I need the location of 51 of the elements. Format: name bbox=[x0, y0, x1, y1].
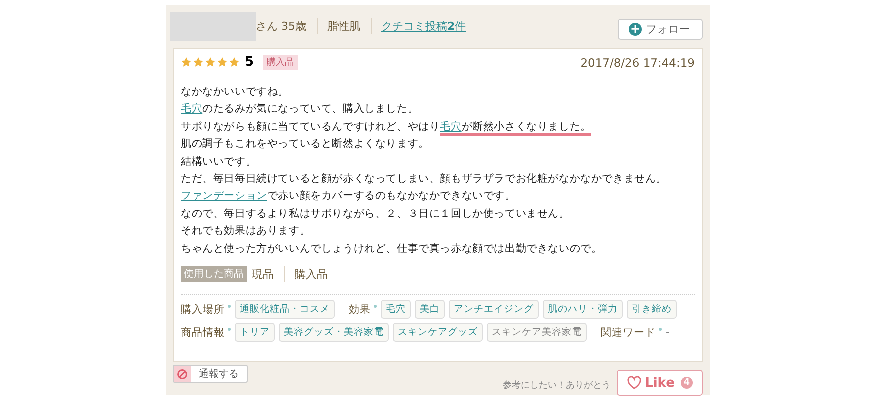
star-icon bbox=[229, 57, 240, 68]
review-text: なかなかいいですね。 bbox=[181, 85, 290, 100]
star-icon bbox=[205, 57, 216, 68]
star-icon bbox=[193, 57, 204, 68]
tag-link[interactable]: アンチエイジング bbox=[449, 300, 539, 320]
review-text: 毛穴のたるみが気になっていて、購入しました。 bbox=[181, 102, 420, 118]
product-type: 購入品 bbox=[295, 266, 328, 282]
reviewer-age: さん 35歳 bbox=[256, 18, 306, 34]
review-text: それでも効果はあります。 bbox=[181, 224, 312, 240]
review-date: 2017/8/26 17:44:19 bbox=[580, 56, 695, 70]
keyword-link[interactable]: 毛穴 bbox=[181, 103, 203, 116]
follow-button[interactable]: + フォロー bbox=[618, 18, 703, 40]
keyword-link[interactable]: 毛穴 bbox=[440, 120, 462, 136]
heart-icon bbox=[627, 376, 642, 390]
tag-category: 商品情報 bbox=[181, 326, 225, 340]
rating-value: 5 bbox=[245, 55, 254, 70]
review-text: ちゃんと使った方がいいんでしょうけれど、仕事で真っ赤な顔では出勤できないので。 bbox=[181, 242, 604, 257]
tag-link[interactable]: トリア bbox=[235, 323, 275, 342]
review-text: 結構いいです。 bbox=[181, 154, 258, 170]
bullet-icon bbox=[228, 305, 231, 308]
like-caption: 参考にしたい！ありがとう bbox=[503, 380, 611, 392]
prohibited-icon bbox=[177, 368, 188, 380]
tag-link[interactable]: 引き締め bbox=[627, 300, 677, 320]
bullet-icon bbox=[659, 328, 662, 332]
keyword-link[interactable]: ファンデーション bbox=[181, 190, 268, 202]
review-text: 肌の調子もこれをやっていると断然よくなります。 bbox=[181, 137, 430, 152]
product-type: 現品 bbox=[252, 266, 274, 282]
bullet-icon bbox=[228, 328, 231, 332]
like-button[interactable]: Like 4 bbox=[617, 370, 703, 396]
tag-link[interactable]: スキンケアグッズ bbox=[393, 323, 483, 342]
review-text: サボりながらも顔に当てているんですけれど、やはり 毛穴が断然小さくなりました。 bbox=[181, 118, 695, 136]
tag-link[interactable]: 肌のハリ・弾力 bbox=[543, 300, 623, 320]
star-icon bbox=[181, 57, 192, 68]
bullet-icon bbox=[374, 305, 377, 308]
posts-link[interactable]: クチコミ投稿2件 bbox=[382, 18, 466, 34]
report-button[interactable]: 通報する bbox=[173, 365, 248, 383]
tag-link[interactable]: 美白 bbox=[415, 300, 445, 320]
purchase-tag: 購入品 bbox=[263, 55, 298, 70]
product-label: 使用した商品 bbox=[181, 266, 247, 282]
tag-category: 効果 bbox=[349, 302, 371, 317]
tag-link[interactable]: 毛穴 bbox=[381, 300, 411, 320]
skin-type: 脂性肌 bbox=[328, 18, 360, 34]
star-icon bbox=[217, 57, 228, 68]
tag-category: 購入場所 bbox=[181, 302, 225, 317]
review-text: ただ、毎日毎日続けていると顔が赤くなってしまい、顔もザラザラでお化粧がなかなかできません。 ファンデーションで赤い顔をカバーするのもなかなかできないです。 bbox=[181, 172, 668, 204]
related-words-value: - bbox=[666, 326, 670, 340]
review-text: なので、毎日するより私はサボりながら、２、３日に１回しか使っていません。 bbox=[181, 206, 571, 222]
tag-category: 関連ワード bbox=[601, 326, 656, 340]
tag-link[interactable]: 美容グッズ・美容家電 bbox=[279, 323, 389, 342]
tag-link[interactable]: スキンケア美容家電 bbox=[487, 323, 587, 342]
tag-link[interactable]: 通販化粧品・コスメ bbox=[235, 300, 335, 320]
